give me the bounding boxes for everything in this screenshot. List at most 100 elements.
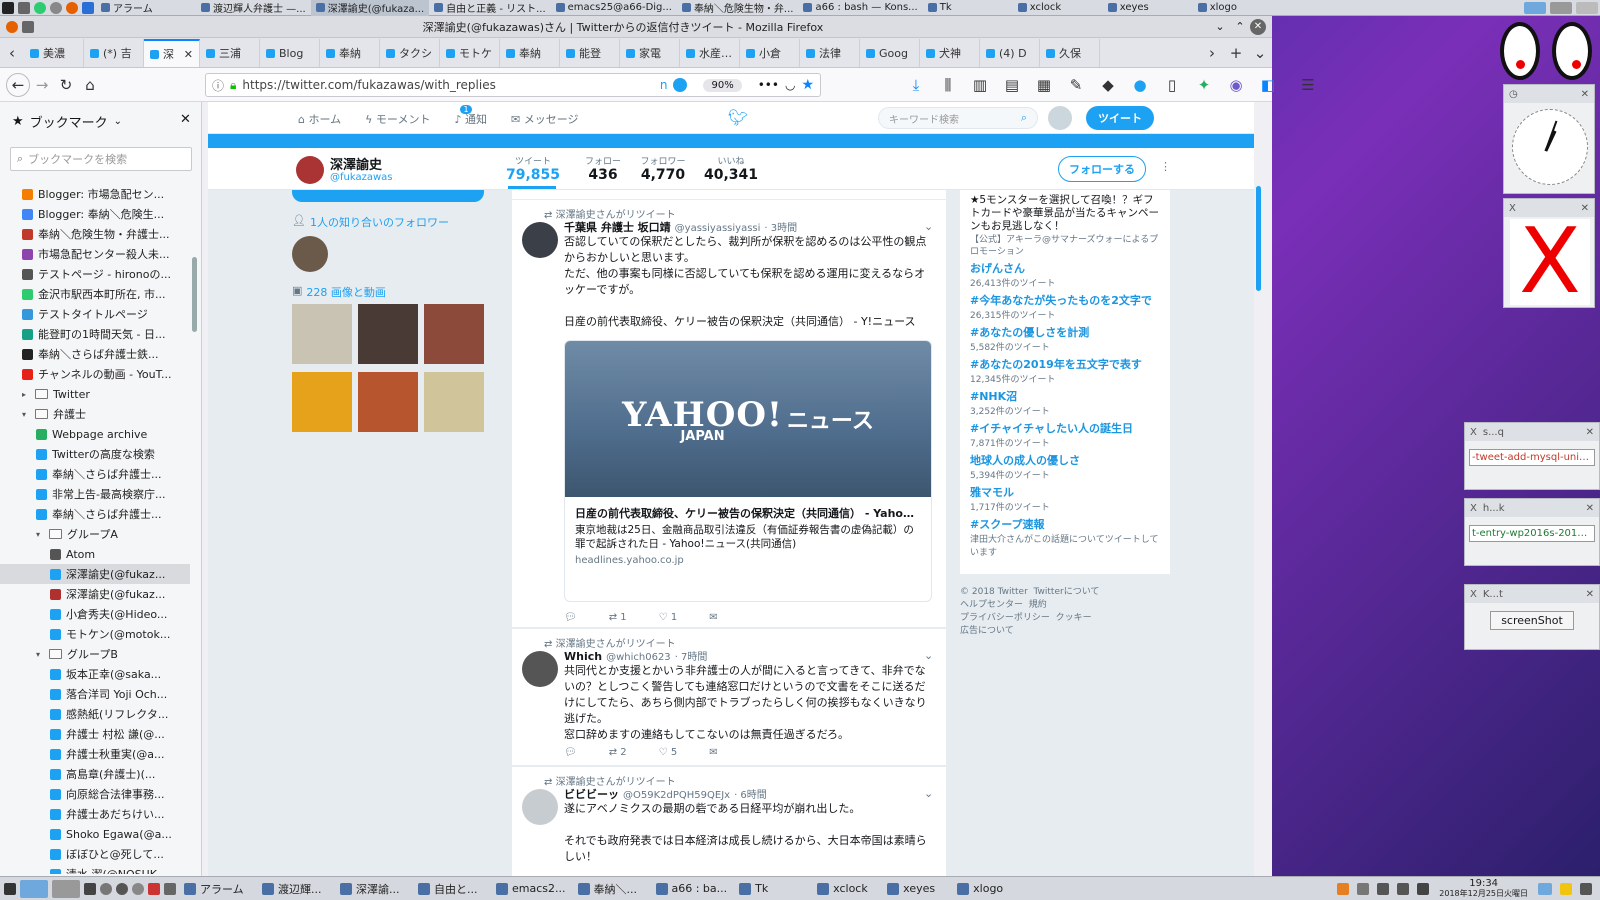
bottom-task-item[interactable]: 渡辺輝...: [256, 878, 334, 900]
quicklaunch-5-icon[interactable]: [148, 882, 160, 895]
retweet-button[interactable]: ⇄ 2: [609, 747, 627, 758]
ime-icon[interactable]: [1337, 882, 1350, 895]
tray-yellow-icon[interactable]: [1560, 882, 1572, 895]
start-menu-icon[interactable]: [4, 882, 16, 895]
url-bar[interactable]: ⓘ 🔒︎ https://twitter.com/fukazawas/with_…: [205, 73, 821, 97]
home-icon[interactable]: ⌂: [78, 73, 102, 97]
browser-tab[interactable]: 家電: [620, 39, 680, 67]
top-task-item[interactable]: 深澤諭史(@fukaza...: [310, 0, 430, 16]
tweet[interactable]: ⇄ 深澤諭史さんがリツイート Which @which0623 · 7時間 ⌄ …: [512, 629, 946, 766]
profile-stat[interactable]: ツイート 79,855: [504, 154, 562, 183]
info-icon[interactable]: ⓘ: [212, 77, 224, 94]
tweet-time[interactable]: · 6時間: [734, 786, 767, 801]
close-terminal-2-icon[interactable]: ✕: [1586, 503, 1594, 514]
bookmark-item[interactable]: 坂本正幸(@saka...: [0, 664, 190, 684]
browser-tab[interactable]: 奉納: [320, 39, 380, 67]
bookmark-item[interactable]: チャンネルの動画 - YouT...: [0, 364, 190, 384]
bookmark-item[interactable]: 奉納＼さらば弁護士鉄...: [0, 344, 190, 364]
terminal-2-input[interactable]: t-entry-wp2016s-20161(: [1469, 525, 1595, 542]
tweet-author-handle[interactable]: @yassiyassiyassi: [675, 223, 761, 234]
dm-icon[interactable]: ✉: [709, 747, 717, 758]
tweet-author-name[interactable]: ビビビーッ: [564, 786, 619, 802]
pin-window-icon[interactable]: [22, 20, 34, 33]
twitter-ext-icon[interactable]: ●: [1128, 73, 1152, 97]
footer-link[interactable]: © 2018 Twitter: [960, 587, 1028, 597]
more-options-icon[interactable]: ⋮: [1160, 160, 1171, 173]
workspace-3-icon[interactable]: [1576, 1, 1598, 14]
known-follower-avatar[interactable]: [292, 236, 328, 272]
media-thumb[interactable]: [424, 372, 484, 432]
grid-icon[interactable]: ▦: [1032, 73, 1056, 97]
tweet-time[interactable]: · 7時間: [675, 648, 708, 663]
profile-stat[interactable]: いいね 40,341: [702, 154, 760, 183]
footer-link[interactable]: Twitterについて: [1034, 587, 1100, 597]
top-task-item[interactable]: アラーム: [96, 0, 196, 16]
follow-button-partial[interactable]: [292, 190, 484, 202]
bookmark-item[interactable]: 小倉秀夫(@Hideo...: [0, 604, 190, 624]
promo-text[interactable]: ★5モンスターを選択して召喚！？ギフトカードや豪華景品が当たるキャンペーンもお見…: [970, 194, 1164, 233]
media-thumb[interactable]: [358, 304, 418, 364]
folder-expanded-icon[interactable]: ▾: [22, 410, 30, 419]
follow-button[interactable]: フォローする: [1058, 156, 1146, 182]
bookmark-item[interactable]: テストタイトルページ: [0, 304, 190, 324]
back-icon[interactable]: ←: [6, 72, 30, 97]
profile-stat[interactable]: フォロワー 4,770: [634, 154, 692, 183]
network-icon[interactable]: [1377, 882, 1390, 895]
user-ext-icon[interactable]: ◉: [1224, 73, 1248, 97]
bookmark-item[interactable]: 弁護士あだちけい...: [0, 804, 190, 824]
trend-item[interactable]: 地球人の成人の優しさ 5,394件のツイート: [970, 452, 1160, 481]
grey-app-icon[interactable]: [50, 1, 62, 14]
close-tk-icon[interactable]: ✕: [1586, 589, 1594, 600]
tweet-menu-chevron-icon[interactable]: ⌄: [924, 220, 933, 233]
footer-link[interactable]: 規約: [1029, 600, 1047, 610]
terminal-1-input[interactable]: -tweet-add-mysql-uniq.rb: [1469, 449, 1595, 466]
media-thumb[interactable]: [292, 304, 352, 364]
sidebar-header[interactable]: ★ ブックマーク ⌄: [12, 112, 122, 131]
media-link[interactable]: ▣ 228 画像と動画: [292, 284, 386, 300]
tweet-avatar[interactable]: [522, 789, 558, 825]
extension-icon[interactable]: ◆: [1096, 73, 1120, 97]
retweet-button[interactable]: ⇄ 1: [609, 612, 627, 623]
clipboard-icon[interactable]: ▯: [1160, 73, 1184, 97]
like-button[interactable]: ♡ 5: [659, 747, 678, 758]
bookmark-item[interactable]: 深澤諭史(@fukaz...: [0, 584, 190, 604]
bookmark-item[interactable]: 感熱紙(リフレクタ...: [0, 704, 190, 724]
screenshot-button[interactable]: screenShot: [1490, 611, 1574, 630]
menu-icon[interactable]: ☰: [1296, 73, 1320, 97]
bookmark-item[interactable]: モトケン(@motok...: [0, 624, 190, 644]
reader-icon[interactable]: ▤: [1000, 73, 1024, 97]
browser-tab[interactable]: 水産タイ: [680, 39, 740, 67]
bookmark-item[interactable]: Atom: [0, 544, 190, 564]
top-task-item[interactable]: a66 : bash — Kons...: [798, 0, 922, 16]
tk-titlebar[interactable]: X K...t ✕: [1465, 585, 1599, 603]
browser-tab[interactable]: 美濃: [24, 39, 84, 67]
forward-icon[interactable]: →: [30, 73, 54, 97]
bookmark-item[interactable]: 弁護士 村松 謙(@...: [0, 724, 190, 744]
show-desktop-icon[interactable]: [1538, 882, 1552, 895]
bookmark-item[interactable]: ぼぼひと@死して...: [0, 844, 190, 864]
browser-tab[interactable]: 犬神: [920, 39, 980, 67]
clock[interactable]: 19:34 2018年12月25日火曜日: [1439, 878, 1528, 899]
bookmark-item[interactable]: Blogger: 市場急配セン...: [0, 184, 190, 204]
tweet-compose-button[interactable]: ツイート: [1086, 106, 1154, 130]
bookmark-item[interactable]: Blogger: 奉納＼危険生...: [0, 204, 190, 224]
sync-ext-icon[interactable]: ◧: [1256, 73, 1280, 97]
bookmark-item[interactable]: 奉納＼さらば弁護士...: [0, 464, 190, 484]
app-menu-icon[interactable]: [2, 1, 14, 14]
browser-tab[interactable]: モトケ: [440, 39, 500, 67]
bookmark-folder[interactable]: ▸ Twitter: [0, 384, 190, 404]
profile-mini-avatar[interactable]: [296, 156, 324, 184]
volume-icon[interactable]: [1397, 882, 1410, 895]
bookmark-item[interactable]: 向原総合法律事務...: [0, 784, 190, 804]
green-app-icon[interactable]: [34, 1, 46, 14]
bookmark-search-field[interactable]: ⌕ ブックマークを検索: [10, 147, 192, 171]
xclock-titlebar[interactable]: ◷ ✕: [1504, 85, 1594, 103]
terminal-2-titlebar[interactable]: Xh...k ✕: [1465, 499, 1599, 517]
known-followers-link[interactable]: 👤︎ 1人の知り合いのフォロワー: [292, 214, 449, 230]
folder-collapsed-icon[interactable]: ▸: [22, 390, 30, 399]
trend-item[interactable]: #NHK沼 3,252件のツイート: [970, 388, 1160, 417]
trend-item[interactable]: #あなたの2019年を五文字で表す 12,345件のツイート: [970, 356, 1160, 385]
bookmark-item[interactable]: Twitterの高度な検索: [0, 444, 190, 464]
tweet-menu-chevron-icon[interactable]: ⌄: [924, 787, 933, 800]
browser-tab[interactable]: Blog: [260, 39, 320, 67]
